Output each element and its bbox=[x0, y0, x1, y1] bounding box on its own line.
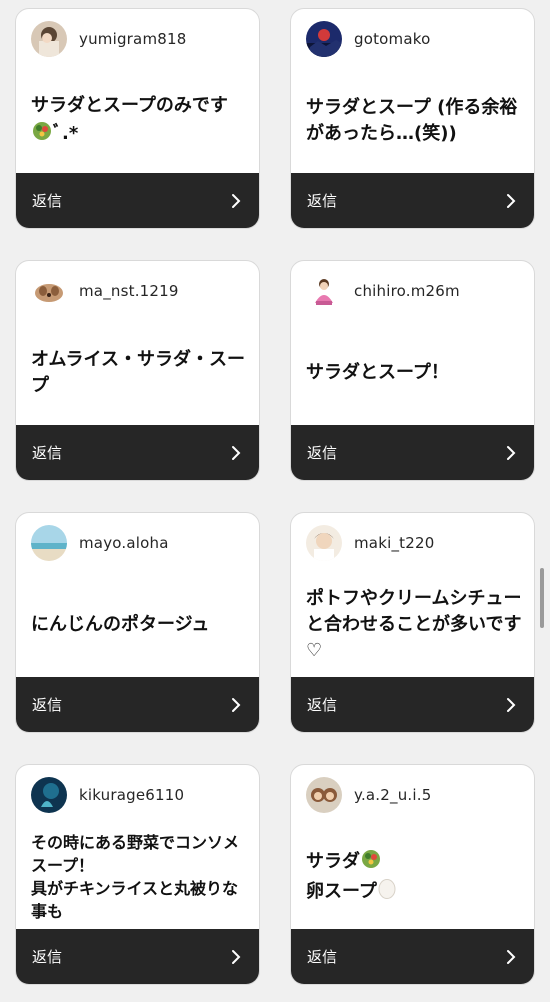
card-header: mayo.aloha bbox=[31, 525, 169, 561]
reply-button[interactable]: 返信 bbox=[16, 173, 259, 228]
reply-button[interactable]: 返信 bbox=[291, 173, 534, 228]
reply-label: 返信 bbox=[307, 948, 338, 966]
chevron-right-icon bbox=[232, 949, 241, 964]
reply-label: 返信 bbox=[32, 948, 63, 966]
reply-text: サラダとスープ！ bbox=[306, 361, 449, 383]
username[interactable]: gotomako bbox=[354, 30, 431, 48]
username[interactable]: chihiro.m26m bbox=[354, 282, 460, 300]
reply-text: サラダとスープのみです ﾞ.* bbox=[31, 69, 249, 172]
username[interactable]: mayo.aloha bbox=[79, 534, 169, 552]
reply-button[interactable]: 返信 bbox=[16, 425, 259, 480]
reply-text: サラダ 卵スープ bbox=[306, 825, 524, 928]
reply-text-line: 卵スープ bbox=[306, 880, 377, 902]
avatar[interactable] bbox=[306, 525, 342, 561]
avatar[interactable] bbox=[306, 273, 342, 309]
avatar[interactable] bbox=[306, 777, 342, 813]
username[interactable]: ma_nst.1219 bbox=[79, 282, 179, 300]
card-header: yumigram818 bbox=[31, 21, 187, 57]
reply-text-line: 具がチキンライスと丸被りな事も bbox=[31, 878, 239, 921]
reply-text-line: サラダ bbox=[306, 850, 360, 872]
reply-card: ma_nst.1219 オムライス・サラダ・スープ 返信 bbox=[15, 260, 260, 481]
username[interactable]: y.a.2_u.i.5 bbox=[354, 786, 431, 804]
reply-text-main: サラダとスープのみです bbox=[31, 94, 228, 116]
scrollbar[interactable] bbox=[540, 568, 544, 628]
chevron-right-icon bbox=[507, 445, 516, 460]
reply-card: mayo.aloha にんじんのポタージュ 返信 bbox=[15, 512, 260, 733]
reply-card: kikurage6110 その時にある野菜でコンソメスープ！ 具がチキンライスと… bbox=[15, 764, 260, 985]
avatar[interactable] bbox=[306, 21, 342, 57]
reply-label: 返信 bbox=[307, 444, 338, 462]
egg-icon bbox=[377, 877, 397, 907]
reply-text: サラダとスープ (作る余裕があったら…(笑)) bbox=[306, 96, 518, 144]
card-header: gotomako bbox=[306, 21, 431, 57]
reply-text: ポトフやクリームシチューと合わせることが多いです♡ bbox=[306, 587, 522, 661]
card-header: ma_nst.1219 bbox=[31, 273, 179, 309]
reply-label: 返信 bbox=[307, 192, 338, 210]
username[interactable]: kikurage6110 bbox=[79, 786, 184, 804]
reply-button[interactable]: 返信 bbox=[291, 677, 534, 732]
reply-text-line: その時にある野菜でコンソメスープ！ bbox=[31, 832, 240, 875]
reply-text: オムライス・サラダ・スープ bbox=[31, 348, 246, 396]
card-header: maki_t220 bbox=[306, 525, 434, 561]
chevron-right-icon bbox=[232, 193, 241, 208]
avatar[interactable] bbox=[31, 21, 67, 57]
salad-icon bbox=[31, 119, 53, 149]
avatar[interactable] bbox=[31, 273, 67, 309]
chevron-right-icon bbox=[232, 445, 241, 460]
reply-card: y.a.2_u.i.5 サラダ 卵スープ 返信 bbox=[290, 764, 535, 985]
chevron-right-icon bbox=[507, 949, 516, 964]
avatar[interactable] bbox=[31, 777, 67, 813]
reply-text: その時にある野菜でコンソメスープ！ 具がチキンライスと丸被りな事も bbox=[31, 825, 249, 928]
reply-label: 返信 bbox=[32, 444, 63, 462]
reply-text: にんじんのポタージュ bbox=[31, 613, 210, 635]
username[interactable]: yumigram818 bbox=[79, 30, 187, 48]
chevron-right-icon bbox=[507, 697, 516, 712]
reply-label: 返信 bbox=[307, 696, 338, 714]
card-header: kikurage6110 bbox=[31, 777, 184, 813]
avatar[interactable] bbox=[31, 525, 67, 561]
salad-icon bbox=[360, 847, 382, 877]
reply-button[interactable]: 返信 bbox=[291, 929, 534, 984]
reply-card: gotomako サラダとスープ (作る余裕があったら…(笑)) 返信 bbox=[290, 8, 535, 229]
reply-card: yumigram818 サラダとスープのみです ﾞ.* 返信 bbox=[15, 8, 260, 229]
card-header: y.a.2_u.i.5 bbox=[306, 777, 431, 813]
reply-label: 返信 bbox=[32, 192, 63, 210]
reply-card: maki_t220 ポトフやクリームシチューと合わせることが多いです♡ 返信 bbox=[290, 512, 535, 733]
chevron-right-icon bbox=[507, 193, 516, 208]
reply-text-suffix: ﾞ.* bbox=[53, 122, 79, 144]
reply-button[interactable]: 返信 bbox=[16, 929, 259, 984]
reply-button[interactable]: 返信 bbox=[16, 677, 259, 732]
card-header: chihiro.m26m bbox=[306, 273, 460, 309]
reply-button[interactable]: 返信 bbox=[291, 425, 534, 480]
chevron-right-icon bbox=[232, 697, 241, 712]
reply-label: 返信 bbox=[32, 696, 63, 714]
username[interactable]: maki_t220 bbox=[354, 534, 434, 552]
reply-card: chihiro.m26m サラダとスープ！ 返信 bbox=[290, 260, 535, 481]
